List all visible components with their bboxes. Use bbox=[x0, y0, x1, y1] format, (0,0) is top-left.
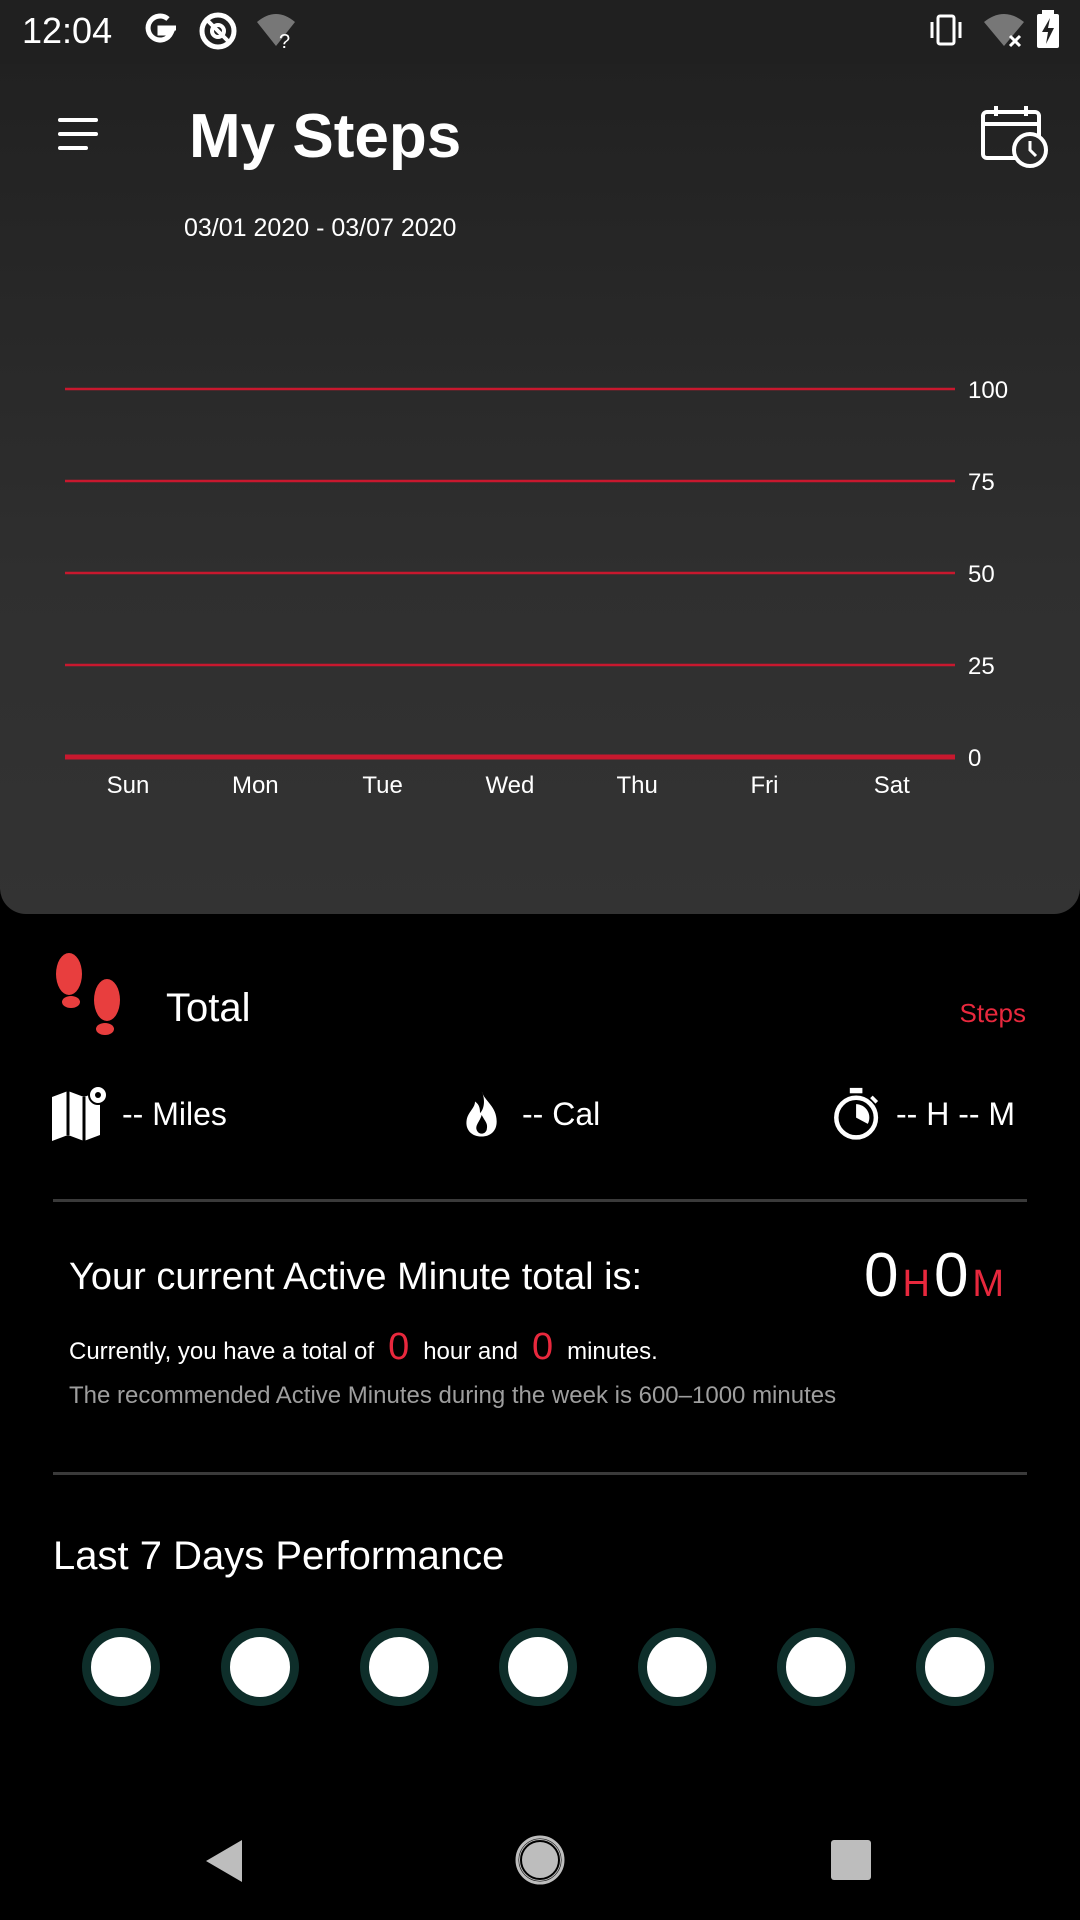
active-minutes: 0 bbox=[933, 1241, 969, 1310]
y-tick-label: 25 bbox=[968, 653, 995, 680]
page-title: My Steps bbox=[189, 102, 462, 171]
summary-prefix: Currently, you have a total of bbox=[69, 1338, 375, 1365]
summary-mid: hour and bbox=[423, 1338, 518, 1365]
navigation-bar bbox=[0, 1800, 1080, 1920]
x-tick-label: Sat bbox=[874, 772, 910, 799]
performance-title: Last 7 Days Performance bbox=[53, 1534, 505, 1578]
active-hours-unit: H bbox=[902, 1263, 930, 1305]
steps-chart: 0 25 50 75 100 Sun Mon Tue Wed Thu Fri Sat bbox=[65, 377, 1008, 799]
y-tick-label: 50 bbox=[968, 561, 995, 588]
day-indicator-2[interactable] bbox=[221, 1628, 299, 1706]
summary-suffix: minutes. bbox=[567, 1338, 658, 1365]
time-stat: -- H -- M bbox=[830, 1084, 1015, 1144]
vibrate-icon bbox=[930, 14, 962, 46]
y-tick-label: 75 bbox=[968, 469, 995, 496]
divider bbox=[53, 1199, 1027, 1202]
active-minutes-summary: Currently, you have a total of 0 hour an… bbox=[69, 1326, 658, 1369]
x-tick-label: Fri bbox=[751, 772, 779, 799]
time-value: -- H -- M bbox=[896, 1095, 1016, 1132]
stopwatch-icon bbox=[834, 1087, 879, 1140]
y-tick-label: 0 bbox=[968, 745, 981, 772]
x-tick-label: Wed bbox=[485, 772, 534, 799]
footprints-icon bbox=[56, 953, 120, 1035]
menu-icon bbox=[58, 118, 98, 122]
day-indicator-1[interactable] bbox=[82, 1628, 160, 1706]
calories-stat: -- Cal bbox=[460, 1084, 600, 1144]
day-indicator-4[interactable] bbox=[499, 1628, 577, 1706]
summary-minutes: 0 bbox=[531, 1326, 554, 1368]
divider bbox=[53, 1472, 1027, 1475]
active-hours: 0 bbox=[864, 1241, 899, 1310]
map-icon bbox=[52, 1085, 108, 1141]
x-tick-label: Mon bbox=[232, 772, 279, 799]
at-sync-icon bbox=[199, 12, 237, 50]
y-tick-label: 100 bbox=[968, 377, 1008, 404]
x-tick-label: Thu bbox=[617, 772, 658, 799]
google-icon bbox=[145, 13, 176, 43]
miles-stat: -- Miles bbox=[50, 1084, 227, 1144]
summary-hours: 0 bbox=[388, 1326, 410, 1368]
steps-unit: Steps bbox=[959, 998, 1027, 1028]
wifi-off-icon bbox=[984, 14, 1024, 48]
status-bar: 12:04 ? bbox=[0, 0, 1080, 64]
back-icon[interactable] bbox=[202, 1836, 246, 1886]
miles-value: -- Miles bbox=[122, 1095, 227, 1132]
svg-text:?: ? bbox=[279, 31, 290, 50]
day-indicator-7[interactable] bbox=[916, 1628, 994, 1706]
date-range[interactable]: 03/01 2020 - 03/07 2020 bbox=[184, 214, 456, 243]
status-time: 12:04 bbox=[22, 10, 113, 51]
recommendation-text: The recommended Active Minutes during th… bbox=[69, 1382, 837, 1409]
calories-value: -- Cal bbox=[522, 1095, 601, 1132]
x-tick-label: Sun bbox=[107, 772, 150, 799]
day-indicator-5[interactable] bbox=[638, 1628, 716, 1706]
menu-button[interactable] bbox=[54, 118, 100, 154]
active-minutes-title: Your current Active Minute total is: bbox=[69, 1256, 643, 1298]
home-icon[interactable] bbox=[515, 1835, 565, 1885]
flame-icon bbox=[466, 1091, 497, 1137]
calendar-clock-icon[interactable] bbox=[980, 104, 1050, 170]
active-minutes-total: 0 H 0 M bbox=[864, 1240, 1008, 1311]
wifi-unknown-icon: ? bbox=[257, 14, 295, 50]
active-minutes-unit: M bbox=[972, 1263, 1005, 1305]
total-label: Total bbox=[166, 986, 251, 1030]
battery-charging-icon bbox=[1037, 10, 1059, 48]
x-tick-label: Tue bbox=[362, 772, 402, 799]
day-indicator-6[interactable] bbox=[777, 1628, 855, 1706]
menu-icon-bar bbox=[58, 146, 88, 150]
day-indicator-3[interactable] bbox=[360, 1628, 438, 1706]
menu-icon-bar bbox=[58, 132, 98, 136]
recents-icon[interactable] bbox=[831, 1840, 871, 1880]
